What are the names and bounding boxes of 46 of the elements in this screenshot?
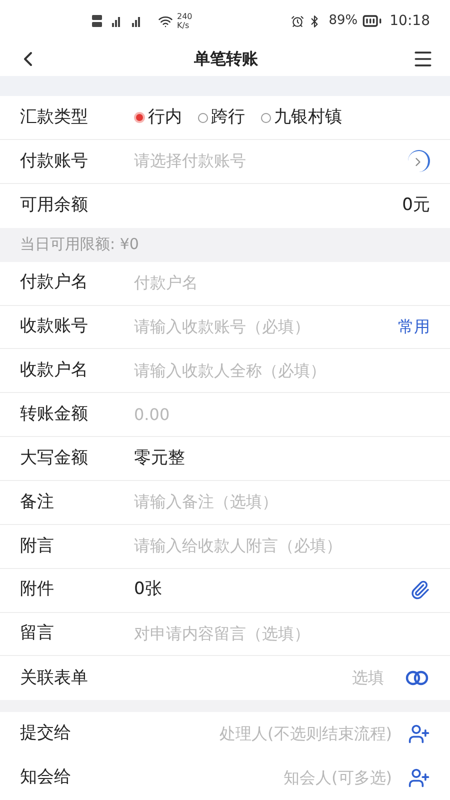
field-label: 附件 [20,578,55,602]
field-label: 备注 [20,490,55,514]
field-label: 关联表单 [20,666,89,690]
field-label: 收款户名 [20,359,89,382]
add-person-icon[interactable] [408,723,430,746]
assignee-field[interactable]: 知会人(可多选) [134,766,392,790]
field-label: 转账金额 [20,402,89,426]
network-speed-unit: K/s [177,21,190,30]
radio-label[interactable]: 跨行 [211,104,245,130]
linked-rings-icon[interactable] [404,670,430,686]
radio-button[interactable] [261,112,271,122]
text-input-field[interactable]: 0.00 [134,402,430,427]
text-input-field[interactable]: 请输入收款账号（必填） [134,315,390,339]
radio-label[interactable]: 行内 [148,104,182,130]
field-label: 汇款类型 [20,106,89,129]
attachment-count: 0张 [134,578,163,602]
assignee-field[interactable]: 处理人(不选则结束流程) [134,722,392,746]
field-label: 附言 [20,534,55,558]
wifi-icon [158,14,173,28]
text-input-field[interactable]: 请输入收款人全称（必填） [134,358,430,383]
field-label: 付款户名 [20,271,89,294]
field-label: 大写金额 [20,446,89,470]
radio-label[interactable]: 九银村镇 [274,104,342,130]
balance-value: 0元 [402,194,430,218]
radio-button[interactable] [198,112,208,122]
page-title: 单笔转账 [194,48,258,70]
daily-limit-notice: 当日可用限额: ¥0 [20,234,139,256]
text-input-field[interactable]: 付款户名 [134,271,430,296]
radio-button[interactable] [134,112,145,123]
field-label: 付款账号 [20,150,89,173]
amount-words-value: 零元整 [134,446,185,470]
text-input-field[interactable]: 对申请内容留言（选填） [134,622,430,646]
network-speed: 240 [177,12,192,21]
text-input-field[interactable]: 请输入给收款人附言（必填） [134,534,430,558]
clock-time: 10:18 [390,12,430,30]
field-label: 收款账号 [20,315,89,338]
text-input-field[interactable]: 请输入备注（选填） [134,490,430,514]
account-select-field[interactable]: 请选择付款账号 [134,149,408,174]
add-person-icon[interactable] [408,767,430,790]
frequent-link[interactable]: 常用 [398,315,430,339]
field-label: 知会给 [20,766,72,790]
field-label: 留言 [20,622,55,646]
battery-percent: 89% [328,12,358,30]
field-label: 提交给 [20,722,72,746]
field-label: 可用余额 [20,194,89,218]
alarm-icon [290,14,304,28]
